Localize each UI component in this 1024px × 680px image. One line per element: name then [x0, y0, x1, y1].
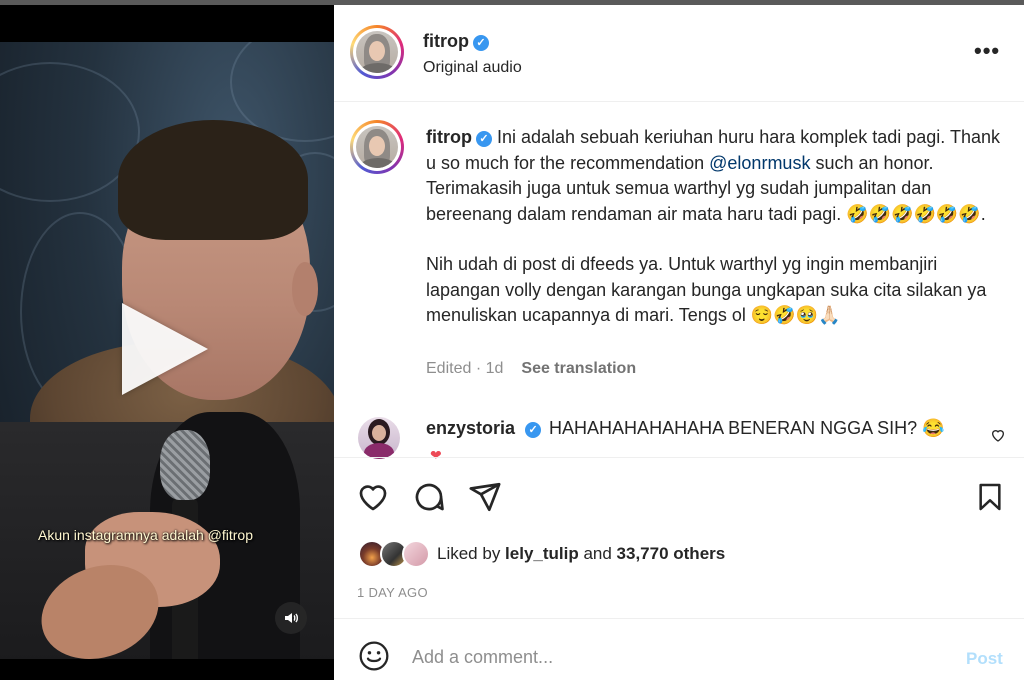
author-avatar[interactable] — [350, 25, 404, 79]
comment-icon[interactable] — [412, 480, 446, 519]
person-ear — [292, 262, 318, 316]
see-translation-button[interactable]: See translation — [521, 360, 636, 377]
caption-meta: Edited · 1d See translation — [426, 360, 636, 378]
verified-badge-icon: ✓ — [475, 131, 492, 147]
commenter-avatar[interactable] — [358, 417, 400, 459]
add-comment-bar: Post — [334, 618, 1024, 680]
speaker-icon — [285, 613, 298, 623]
mention-link[interactable]: @elonrmusk — [709, 153, 810, 173]
post-details-panel: fitrop ✓ Original audio ••• fitrop ✓ Ini a… — [334, 5, 1024, 680]
likes-count[interactable]: 33,770 others — [617, 544, 726, 563]
likes-prefix: Liked by — [437, 544, 506, 563]
sound-toggle-button[interactable] — [275, 602, 307, 634]
comment-item: enzystoria ✓ HAHAHAHAHAHAHA BENERAN NGGA S… — [334, 405, 1024, 460]
like-icon[interactable] — [356, 480, 390, 519]
verified-badge-icon: ✓ — [472, 35, 489, 51]
post-caption: fitrop ✓ Ini adalah sebuah keriuhan huru … — [426, 125, 1001, 329]
more-options-icon[interactable]: ••• — [974, 40, 1000, 62]
post-comment-button[interactable]: Post — [966, 649, 1003, 669]
video-player[interactable]: Akun instagramnya adalah @fitrop — [0, 5, 334, 680]
play-icon[interactable] — [122, 303, 208, 395]
caption-author-avatar[interactable] — [350, 120, 404, 174]
person-hair — [118, 120, 308, 240]
liker-username[interactable]: lely_tulip — [505, 544, 579, 563]
comment-like-icon[interactable] — [990, 427, 1006, 448]
share-icon[interactable] — [468, 480, 502, 519]
action-bar: Liked by lely_tulip and 33,770 others 1 … — [334, 457, 1024, 617]
caption-paragraph: Nih udah di post di dfeeds ya. Untuk war… — [426, 254, 987, 325]
author-username[interactable]: fitrop — [423, 31, 469, 51]
edited-label: Edited · 1d — [426, 360, 504, 377]
caption-username[interactable]: fitrop — [426, 127, 472, 147]
likes-conjunction: and — [578, 544, 617, 563]
video-caption: Akun instagramnya adalah @fitrop — [38, 527, 253, 543]
audio-link[interactable]: Original audio — [423, 59, 522, 77]
save-bookmark-icon[interactable] — [974, 480, 1006, 519]
commenter-username[interactable]: enzystoria — [426, 418, 515, 438]
comment-text: HAHAHAHAHAHAHA BENERAN NGGA SIH? 😂 — [549, 418, 945, 438]
emoji-icon[interactable] — [358, 640, 390, 677]
post-timestamp[interactable]: 1 DAY AGO — [357, 585, 428, 600]
post-header: fitrop ✓ Original audio ••• — [334, 5, 1024, 102]
microphone-icon — [160, 430, 210, 500]
liker-avatar[interactable] — [402, 540, 430, 568]
comment-input[interactable] — [412, 647, 932, 668]
verified-badge-icon: ✓ — [525, 422, 542, 438]
